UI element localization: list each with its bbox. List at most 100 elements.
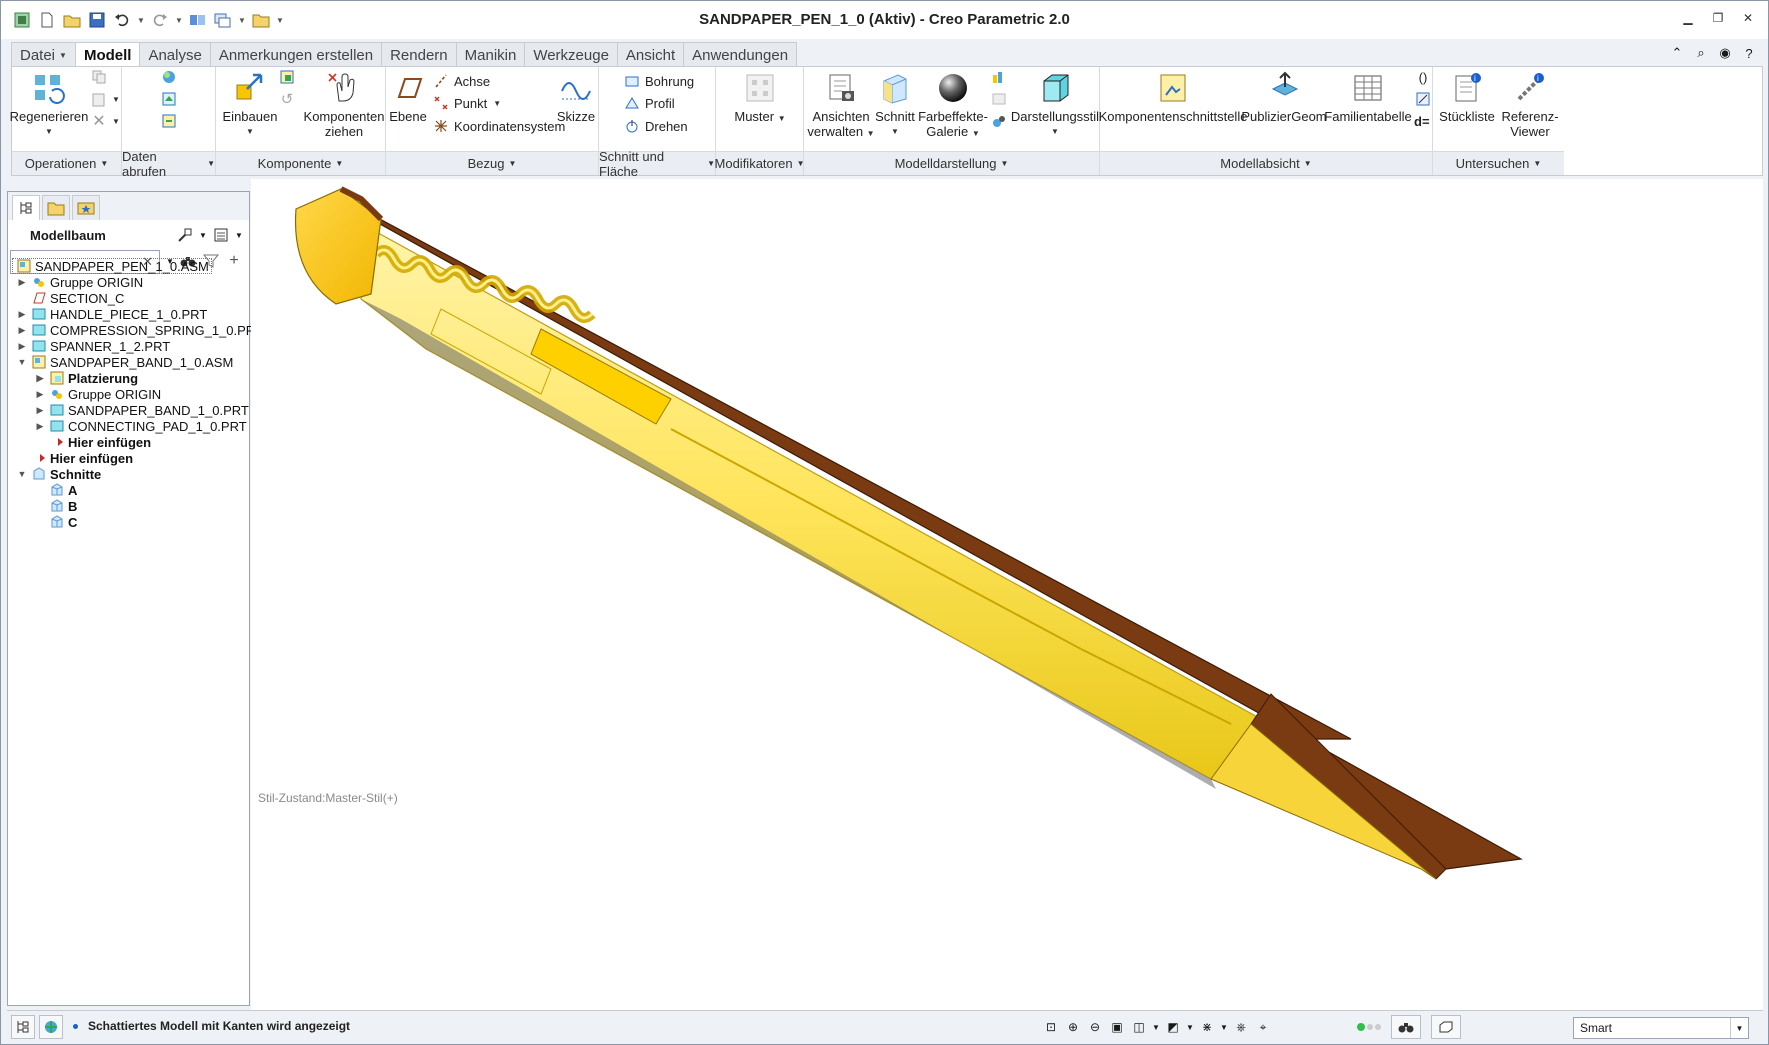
tree-item[interactable]: C bbox=[34, 514, 77, 530]
zoom-in-icon[interactable]: ⊕ bbox=[1064, 1017, 1082, 1037]
import-button[interactable] bbox=[160, 111, 182, 131]
add-icon[interactable]: + bbox=[225, 252, 243, 270]
browser-toggle-icon[interactable] bbox=[39, 1015, 63, 1039]
delete-button[interactable]: ✕ ▼ bbox=[90, 111, 120, 131]
community-icon[interactable]: ◉ bbox=[1716, 44, 1734, 62]
tree-item[interactable]: ▶ SANDPAPER_BAND_1_0.PRT bbox=[34, 402, 249, 418]
group-label-schnitt-flaeche[interactable]: Schnitt und Fläche ▼ bbox=[599, 149, 715, 179]
switch-dimensions-button[interactable]: d= bbox=[1414, 111, 1430, 131]
expand-icon[interactable]: ▶ bbox=[34, 421, 46, 432]
folder-browser-tab[interactable] bbox=[42, 195, 70, 220]
repeat-button[interactable]: ↺ bbox=[278, 89, 300, 109]
model-tree-tab[interactable] bbox=[12, 195, 40, 220]
tab-datei[interactable]: Datei ▼ bbox=[11, 42, 76, 67]
ebene-button[interactable]: Ebene bbox=[389, 69, 427, 124]
group-label-modellabsicht[interactable]: Modellabsicht ▼ bbox=[1100, 151, 1432, 175]
koordinatensystem-button[interactable]: Koordinatensystem bbox=[432, 116, 565, 136]
expand-icon[interactable]: ▶ bbox=[16, 341, 28, 352]
minimize-icon[interactable]: ▁ bbox=[1676, 7, 1700, 29]
view-manager-icon[interactable]: ◩ bbox=[1164, 1017, 1182, 1037]
selection-box-icon[interactable] bbox=[1431, 1015, 1461, 1039]
perspective-button[interactable] bbox=[990, 89, 1012, 109]
familientabelle-button[interactable]: Familientabelle bbox=[1324, 69, 1412, 124]
expand-icon[interactable]: ▶ bbox=[16, 309, 28, 320]
darstellungsstil-button[interactable] bbox=[990, 111, 1012, 131]
tab-manikin[interactable]: Manikin bbox=[455, 42, 526, 67]
group-label-komponente[interactable]: Komponente ▼ bbox=[216, 151, 385, 175]
repaint-icon[interactable]: ▣ bbox=[1108, 1017, 1126, 1037]
close-icon[interactable]: ✕ bbox=[1736, 7, 1760, 29]
merge-button[interactable] bbox=[160, 89, 182, 109]
help-icon[interactable]: ? bbox=[1740, 44, 1758, 62]
tree-item[interactable]: SECTION_C bbox=[16, 290, 124, 306]
tree-item[interactable]: ▼ SANDPAPER_BAND_1_0.ASM bbox=[16, 354, 234, 370]
selection-filter-select[interactable]: Smart ▼ bbox=[1573, 1017, 1749, 1039]
sandpaper-pen-model[interactable] bbox=[251, 179, 1763, 1039]
tab-analyse[interactable]: Analyse bbox=[139, 42, 211, 67]
muster-button[interactable]: Muster ▼ bbox=[730, 69, 790, 126]
group-label-operationen[interactable]: Operationen ▼ bbox=[12, 151, 121, 175]
zoom-out-icon[interactable]: ⊖ bbox=[1086, 1017, 1104, 1037]
expand-icon[interactable]: ▶ bbox=[16, 277, 28, 288]
annotation-display-icon[interactable]: ⎈ bbox=[1232, 1017, 1250, 1037]
tree-item[interactable]: ▶ Gruppe ORIGIN bbox=[34, 386, 162, 402]
shrinkwrap-button[interactable] bbox=[160, 67, 182, 87]
punkt-button[interactable]: Punkt ▼ bbox=[432, 93, 501, 113]
copy-button[interactable] bbox=[90, 67, 112, 87]
tab-werkzeuge[interactable]: Werkzeuge bbox=[524, 42, 618, 67]
graphics-window[interactable]: Stil-Zustand:Master-Stil(+) bbox=[251, 179, 1763, 1039]
einbauen-button[interactable]: Einbauen ▼ bbox=[220, 69, 280, 139]
schnitt-button[interactable]: Schnitt ▼ bbox=[870, 69, 920, 139]
tree-item[interactable]: A bbox=[34, 482, 77, 498]
tab-anwendungen[interactable]: Anwendungen bbox=[683, 42, 798, 67]
show-icon[interactable] bbox=[211, 226, 231, 244]
expand-icon[interactable]: ▶ bbox=[34, 373, 46, 384]
tree-item[interactable]: SANDPAPER_PEN_1_0.ASM bbox=[12, 258, 212, 274]
tree-item[interactable]: ▶ Gruppe ORIGIN bbox=[16, 274, 144, 290]
chevron-down-icon[interactable]: ▼ bbox=[235, 226, 243, 244]
stueckliste-button[interactable]: i Stückliste bbox=[1439, 69, 1495, 124]
komponenten-ziehen-button[interactable]: Komponenten ziehen bbox=[304, 69, 384, 139]
darstellungsstil-main-button[interactable]: Darstellungsstil ▼ bbox=[1010, 69, 1100, 139]
collapse-icon[interactable]: ▼ bbox=[16, 357, 28, 367]
drehen-button[interactable]: Drehen bbox=[623, 116, 688, 136]
group-label-modifikatoren[interactable]: Modifikatoren ▼ bbox=[715, 151, 804, 175]
tab-ansicht[interactable]: Ansicht bbox=[616, 42, 685, 67]
tree-item[interactable]: Hier einfügen bbox=[16, 450, 133, 466]
tab-anmerkungen-erstellen[interactable]: Anmerkungen erstellen bbox=[209, 42, 383, 67]
komponentenschnittstelle-button[interactable]: Komponentenschnittstelle bbox=[1099, 69, 1247, 124]
spin-center-icon[interactable]: ⌖ bbox=[1254, 1017, 1272, 1037]
tree-item[interactable]: ▶ HANDLE_PIECE_1_0.PRT bbox=[16, 306, 208, 322]
search-icon[interactable]: ⌕ bbox=[1692, 44, 1710, 62]
regenerieren-button[interactable]: Regenerieren ▼ bbox=[10, 69, 88, 139]
scene-button[interactable] bbox=[990, 67, 1012, 87]
create-component-button[interactable] bbox=[278, 67, 300, 87]
refit-icon[interactable]: ⊡ bbox=[1042, 1017, 1060, 1037]
navigator-toggle-icon[interactable] bbox=[11, 1015, 35, 1039]
tree-item[interactable]: ▶ CONNECTING_PAD_1_0.PRT bbox=[34, 418, 247, 434]
chevron-down-icon[interactable]: ▼ bbox=[1186, 1017, 1194, 1037]
maximize-icon[interactable]: ❐ bbox=[1706, 7, 1730, 29]
collapse-ribbon-icon[interactable]: ⌃ bbox=[1668, 44, 1686, 62]
tree-item[interactable]: B bbox=[34, 498, 77, 514]
skizze-button[interactable]: Skizze bbox=[556, 69, 596, 124]
farbeffekte-galerie-button[interactable]: Farbeffekte- Galerie ▼ bbox=[918, 69, 988, 141]
group-label-bezug[interactable]: Bezug ▼ bbox=[386, 151, 598, 175]
tree-item[interactable]: ▶ SPANNER_1_2.PRT bbox=[16, 338, 171, 354]
bohrung-button[interactable]: Bohrung bbox=[623, 71, 694, 91]
tree-settings-icon[interactable] bbox=[175, 226, 195, 244]
tree-item[interactable]: ▶ COMPRESSION_SPRING_1_0.PRT bbox=[16, 322, 263, 338]
paste-button[interactable]: ▼ bbox=[90, 89, 120, 109]
tree-item[interactable]: Hier einfügen bbox=[34, 434, 151, 450]
chevron-down-icon[interactable]: ▼ bbox=[1220, 1017, 1228, 1037]
tree-item[interactable]: ▼ Schnitte bbox=[16, 466, 102, 482]
ansichten-verwalten-button[interactable]: Ansichten verwalten ▼ bbox=[806, 69, 876, 141]
tab-rendern[interactable]: Rendern bbox=[381, 42, 457, 67]
tree-item[interactable]: ▶ Platzierung bbox=[34, 370, 139, 386]
publiziergeom-button[interactable]: PublizierGeom bbox=[1241, 69, 1327, 124]
chevron-down-icon[interactable]: ▼ bbox=[1730, 1018, 1748, 1038]
expand-icon[interactable]: ▶ bbox=[16, 325, 28, 336]
referenz-viewer-button[interactable]: i Referenz- Viewer bbox=[1499, 69, 1561, 139]
expand-icon[interactable]: ▶ bbox=[34, 405, 46, 416]
achse-button[interactable]: Achse bbox=[432, 71, 490, 91]
